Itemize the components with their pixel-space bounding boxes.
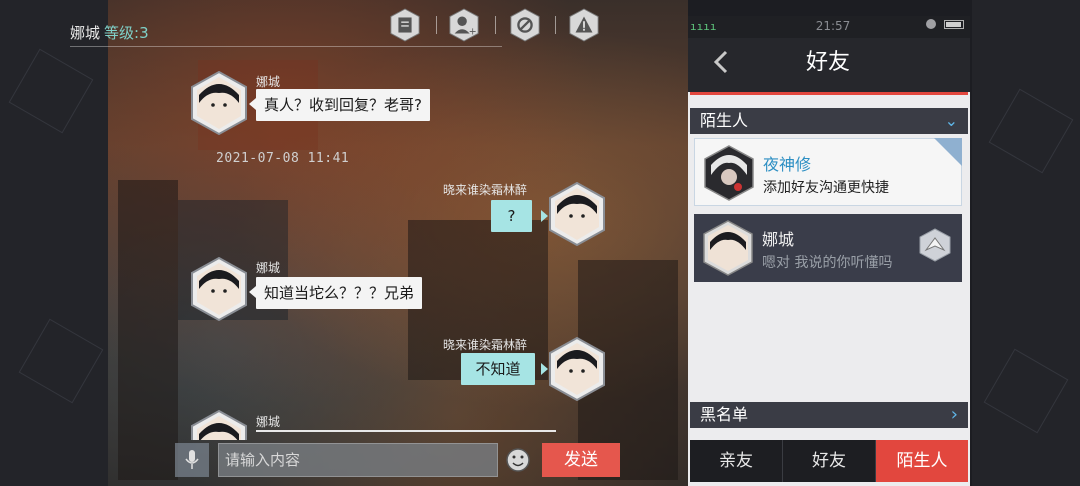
send-button[interactable]: 发送 bbox=[542, 443, 620, 477]
sender-name: 晓来谁染霜林醉 bbox=[443, 338, 528, 352]
avatar[interactable] bbox=[190, 410, 248, 440]
chevron-down-icon: ⌄ bbox=[944, 111, 958, 130]
chat-partner-name: 娜城 bbox=[70, 24, 101, 42]
sender-name: 晓来谁染霜林醉 bbox=[443, 183, 528, 197]
tab-friends[interactable]: 好友 bbox=[783, 440, 876, 482]
contact-message: 添加好友沟通更快捷 bbox=[763, 180, 889, 196]
message-bubble: ? bbox=[491, 200, 532, 232]
toolbar-separator bbox=[436, 16, 437, 34]
report-icon[interactable] bbox=[568, 8, 600, 42]
add-friend-icon[interactable]: + bbox=[448, 8, 480, 42]
message-bubble: 不知道 bbox=[461, 353, 535, 385]
tab-close-friends[interactable]: 亲友 bbox=[690, 440, 783, 482]
microphone-icon bbox=[185, 450, 199, 469]
title-accent-bar bbox=[690, 92, 968, 95]
emoji-button[interactable] bbox=[502, 444, 534, 476]
contact-card[interactable]: 夜神修 添加好友沟通更快捷 bbox=[694, 138, 962, 206]
chevron-right-icon: › bbox=[950, 404, 958, 425]
avatar bbox=[704, 145, 754, 201]
chat-header: 娜城 等级:3 bbox=[70, 22, 149, 43]
message-timestamp: 2021-07-08 11:41 bbox=[216, 151, 350, 166]
avatar[interactable] bbox=[548, 336, 606, 402]
message-bubble-partial bbox=[256, 430, 556, 432]
bubble-tail bbox=[541, 210, 548, 222]
toolbar-separator bbox=[495, 16, 496, 34]
city-background bbox=[118, 180, 178, 480]
page-title: 好友 bbox=[805, 50, 850, 75]
emoji-icon bbox=[506, 448, 530, 472]
back-arrow-icon bbox=[713, 50, 728, 74]
contact-message: 嗯对 我说的你听懂吗 bbox=[762, 255, 893, 271]
bubble-tail bbox=[541, 363, 548, 375]
signal-icon: ıııı bbox=[690, 20, 717, 33]
voice-button[interactable] bbox=[175, 443, 209, 477]
sender-name: 娜城 bbox=[256, 75, 281, 89]
section-label: 黑名单 bbox=[700, 405, 749, 424]
avatar[interactable] bbox=[190, 256, 248, 322]
message-bubble: 真人？收到回复？老哥? bbox=[256, 89, 430, 121]
section-label: 陌生人 bbox=[700, 111, 749, 130]
avatar bbox=[703, 220, 753, 276]
contact-name: 娜城 bbox=[762, 230, 795, 249]
blacklist-section-header[interactable]: 黑名单 › bbox=[690, 402, 968, 428]
notes-icon[interactable] bbox=[389, 8, 421, 42]
message-input[interactable]: 请输入内容 bbox=[218, 443, 498, 477]
avatar[interactable] bbox=[548, 181, 606, 247]
level-label: 等级:3 bbox=[104, 24, 149, 42]
back-button[interactable] bbox=[706, 46, 738, 78]
bubble-tail bbox=[249, 286, 256, 298]
new-badge-corner bbox=[934, 138, 962, 166]
alarm-icon bbox=[926, 19, 936, 29]
battery-icon bbox=[944, 20, 964, 29]
bottom-tab-bar: 亲友 好友 陌生人 bbox=[690, 440, 968, 482]
svg-text:+: + bbox=[469, 26, 477, 37]
toolbar-separator bbox=[555, 16, 556, 34]
tab-strangers[interactable]: 陌生人 bbox=[876, 440, 968, 482]
status-time: 21:57 bbox=[815, 19, 851, 33]
paper-crane-icon bbox=[918, 228, 952, 262]
sender-name: 娜城 bbox=[256, 261, 281, 275]
avatar[interactable] bbox=[190, 70, 248, 136]
strangers-section-header[interactable]: 陌生人 ⌄ bbox=[690, 108, 968, 134]
block-icon[interactable] bbox=[509, 8, 541, 42]
bubble-tail bbox=[249, 98, 256, 110]
message-bubble: 知道当坨么？？？兄弟 bbox=[256, 277, 423, 309]
contact-name: 夜神修 bbox=[763, 155, 812, 174]
header-divider bbox=[70, 46, 502, 47]
sender-name: 娜城 bbox=[256, 415, 281, 429]
